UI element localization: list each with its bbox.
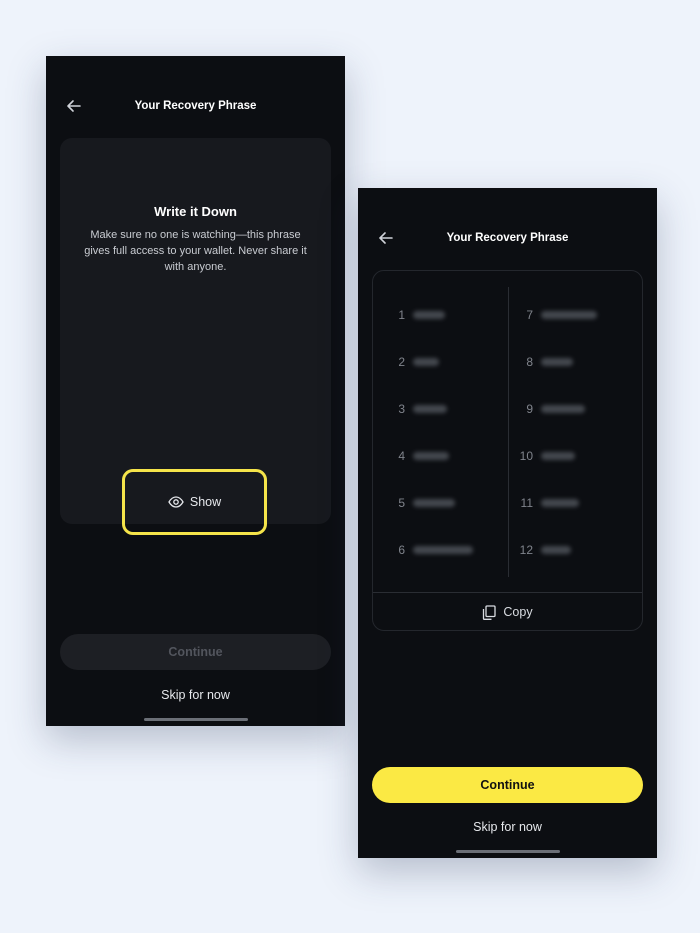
recovery-phrase-card: 1 2 3 4 5 6 7 8 9 10 11 12 Copy (372, 270, 643, 631)
phrase-word-row: 4 (385, 448, 449, 464)
skip-for-now-link[interactable]: Skip for now (46, 688, 345, 702)
word-number: 3 (398, 402, 405, 416)
blurred-word (541, 405, 585, 413)
phrase-word-row: 5 (385, 495, 455, 511)
blurred-word (541, 311, 597, 319)
phrase-word-row: 9 (513, 401, 585, 417)
recovery-phrase-hidden-screen: Your Recovery Phrase Write it Down Make … (46, 56, 345, 726)
blurred-word (413, 452, 449, 460)
phrase-word-row: 8 (513, 354, 573, 370)
phrase-word-row: 3 (385, 401, 447, 417)
blurred-word (413, 358, 439, 366)
copy-icon (483, 604, 497, 620)
page-title: Your Recovery Phrase (446, 232, 569, 244)
word-number: 11 (520, 496, 533, 510)
card-description: Make sure no one is watching—this phrase… (84, 229, 307, 273)
word-number: 6 (398, 543, 405, 557)
phrase-word-row: 2 (385, 354, 439, 370)
hidden-phrase-card (60, 138, 331, 524)
word-number: 9 (526, 402, 533, 416)
phrase-word-row: 12 (513, 542, 571, 558)
blurred-word (413, 499, 455, 507)
phrase-word-row: 6 (385, 542, 473, 558)
blurred-word (413, 311, 445, 319)
word-number: 4 (398, 449, 405, 463)
continue-button[interactable]: Continue (60, 634, 331, 670)
phrase-word-row: 11 (513, 495, 579, 511)
phrase-word-row: 7 (513, 307, 597, 323)
blurred-word (541, 358, 573, 366)
word-number: 2 (398, 355, 405, 369)
blurred-word (541, 452, 575, 460)
show-button-highlight: Show (122, 469, 267, 535)
blurred-word (413, 546, 473, 554)
home-indicator (456, 850, 560, 853)
blurred-word (541, 546, 571, 554)
word-number: 12 (519, 543, 533, 557)
eye-icon (168, 496, 184, 508)
home-indicator (144, 718, 248, 721)
copy-phrase-button[interactable]: Copy (373, 593, 642, 631)
show-button-label: Show (189, 495, 222, 509)
skip-for-now-link[interactable]: Skip for now (358, 820, 657, 834)
phrase-word-row: 10 (513, 448, 575, 464)
word-number: 7 (526, 308, 533, 322)
word-number: 5 (398, 496, 405, 510)
recovery-phrase-revealed-screen: Your Recovery Phrase 1 2 3 4 5 6 7 8 9 1… (358, 188, 657, 858)
card-title: Write it Down (154, 204, 237, 219)
column-divider (508, 287, 509, 577)
blurred-word (541, 499, 579, 507)
phrase-word-row: 1 (385, 307, 445, 323)
page-title: Your Recovery Phrase (134, 100, 257, 112)
word-number: 8 (526, 355, 533, 369)
blurred-word (413, 405, 447, 413)
word-number: 1 (398, 308, 405, 322)
word-number: 10 (519, 449, 533, 463)
show-phrase-button[interactable]: Show (125, 472, 264, 532)
copy-button-label: Copy (503, 605, 533, 619)
continue-button[interactable]: Continue (372, 767, 643, 803)
